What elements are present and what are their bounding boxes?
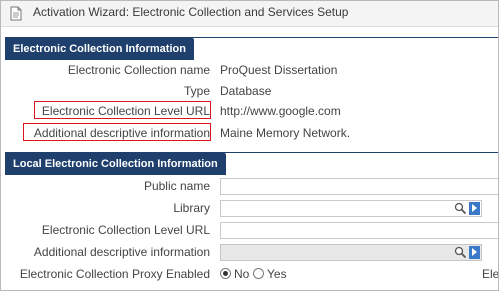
field-row-local-additional-descriptive-information: Additional descriptive information [1, 243, 498, 263]
field-value: ProQuest Dissertation [220, 63, 338, 77]
section-tab-local-electronic-collection-information: Local Electronic Collection Information [5, 153, 226, 175]
proxy-no-radio[interactable] [220, 268, 231, 279]
title-bar: Activation Wizard: Electronic Collection… [1, 1, 498, 27]
field-label: Type [183, 84, 210, 98]
additional-descriptive-information-input[interactable] [220, 244, 482, 261]
proxy-no-label[interactable]: No [234, 267, 249, 281]
library-input[interactable] [220, 200, 482, 217]
field-value: Database [220, 84, 272, 98]
proxy-yes-label[interactable]: Yes [267, 267, 287, 281]
section-tab-electronic-collection-information: Electronic Collection Information [5, 38, 194, 60]
window-title: Activation Wizard: Electronic Collection… [33, 5, 349, 19]
truncated-label: Ele [482, 267, 499, 281]
public-name-input[interactable] [220, 178, 498, 195]
arrow-right-icon[interactable] [469, 246, 480, 259]
field-value: Maine Memory Network. [220, 126, 351, 140]
field-label: Electronic Collection Proxy Enabled [19, 267, 210, 281]
field-label: Additional descriptive information [33, 245, 210, 259]
arrow-right-icon[interactable] [469, 202, 480, 215]
collection-level-url-input[interactable] [220, 222, 498, 239]
proxy-yes-radio[interactable] [253, 268, 264, 279]
field-label: Electronic Collection name [67, 63, 210, 77]
field-row-public-name: Public name [1, 177, 498, 197]
search-icon[interactable] [454, 246, 467, 259]
field-label: Public name [143, 179, 210, 193]
wizard-page-icon [10, 6, 22, 21]
search-icon[interactable] [454, 202, 467, 215]
field-label: Electronic Collection Level URL [41, 223, 210, 237]
field-label: Library [173, 201, 210, 215]
field-value: http://www.google.com [220, 104, 341, 118]
field-row-library: Library [1, 199, 498, 219]
field-label: Additional descriptive information [33, 126, 210, 140]
field-row-type: Type Database [1, 83, 498, 103]
field-row-local-collection-level-url: Electronic Collection Level URL [1, 221, 498, 241]
field-label: Electronic Collection Level URL [41, 104, 210, 118]
field-row-collection-level-url: Electronic Collection Level URL http://w… [1, 101, 498, 123]
wizard-window: Activation Wizard: Electronic Collection… [0, 0, 499, 291]
field-row-collection-name: Electronic Collection name ProQuest Diss… [1, 62, 498, 82]
field-row-additional-descriptive-information: Additional descriptive information Maine… [1, 123, 498, 145]
field-row-proxy-enabled: Electronic Collection Proxy Enabled No Y… [1, 265, 499, 285]
